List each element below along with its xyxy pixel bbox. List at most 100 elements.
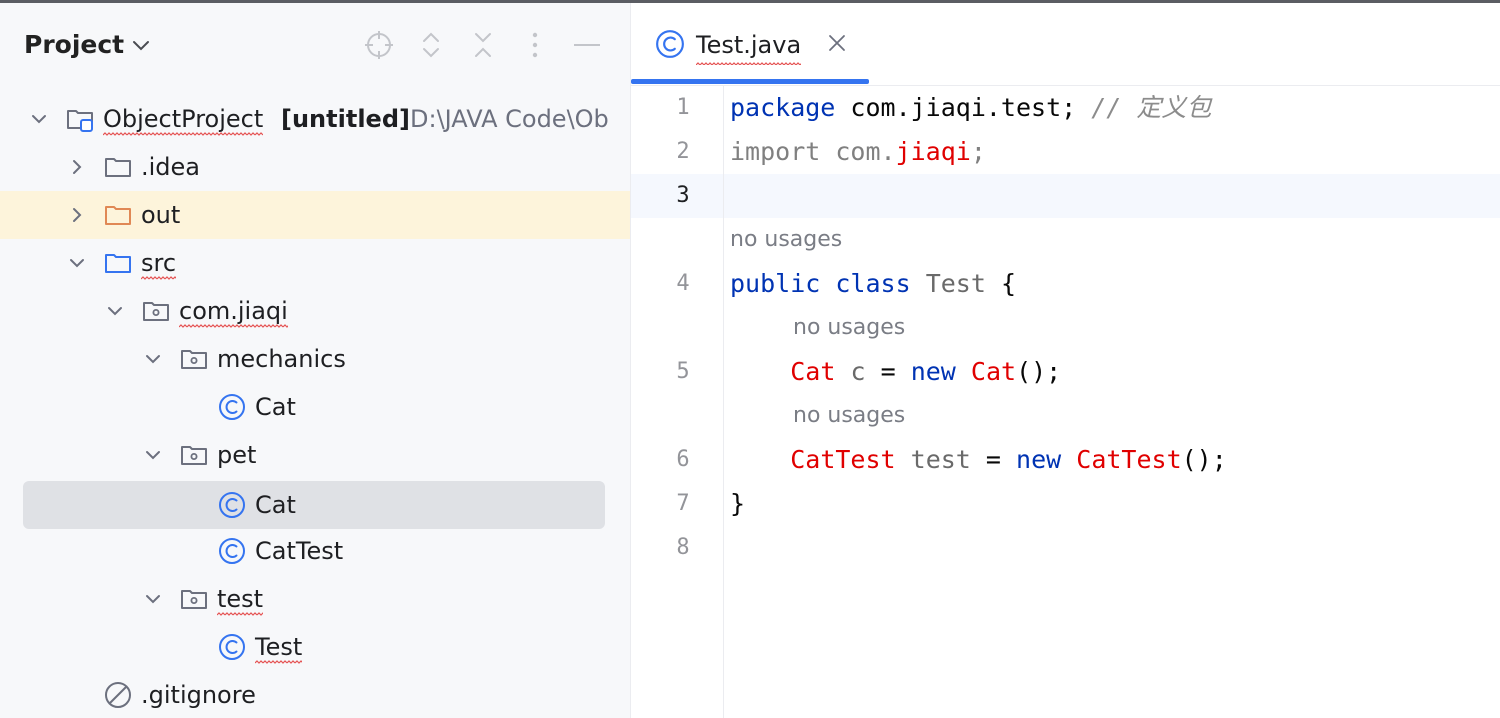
tab-test-java[interactable]: Test.java: [631, 3, 869, 85]
tree-row-src[interactable]: src: [0, 239, 630, 287]
package-icon: [181, 446, 207, 465]
tree-row-project-root[interactable]: ObjectProject [untitled] D:\JAVA Code\Ob: [0, 95, 630, 143]
code-editor[interactable]: 1 2 3 4 5 6 7 8 package com.jiaqi.test; …: [631, 86, 1500, 718]
usage-hint[interactable]: no usages: [793, 394, 905, 438]
tree-row-idea[interactable]: .idea: [0, 143, 630, 191]
tree-row-out[interactable]: out: [0, 191, 630, 239]
chevron-down-icon[interactable]: [144, 446, 162, 464]
more-options-icon[interactable]: [519, 29, 551, 61]
class-icon: [219, 538, 245, 564]
tree-row-pet[interactable]: pet: [0, 431, 630, 479]
code-line-7: }: [730, 482, 745, 526]
expand-collapse-icon[interactable]: [415, 29, 447, 61]
project-panel-title[interactable]: Project: [24, 27, 124, 63]
tree-label: Cat: [255, 393, 296, 421]
tree-label: .gitignore: [141, 681, 256, 709]
code-line-1: package com.jiaqi.test; // 定义包: [730, 86, 1211, 130]
excluded-folder-icon: [105, 206, 131, 225]
punctuation: ();: [1016, 357, 1062, 386]
active-tab-indicator: [631, 79, 869, 84]
unresolved-type: Cat: [790, 357, 836, 386]
field-name: test: [910, 445, 971, 474]
class-icon: [219, 634, 245, 660]
chevron-right-icon[interactable]: [68, 158, 86, 176]
tree-label: src: [141, 239, 177, 287]
tree-label: ObjectProject: [103, 95, 264, 143]
chevron-down-icon[interactable]: [30, 110, 48, 128]
tab-label: Test.java: [696, 25, 802, 65]
code-line-5: Cat c = new Cat();: [730, 350, 1061, 394]
keyword: class: [835, 269, 911, 298]
caret-line-highlight: [631, 174, 1500, 218]
line-number: 5: [676, 359, 690, 384]
line-number: 8: [676, 535, 690, 560]
editor-tab-bar: Test.java: [631, 3, 1500, 86]
chevron-down-icon[interactable]: [131, 39, 151, 53]
line-number: 1: [676, 95, 690, 120]
brace: }: [730, 489, 746, 518]
tree-label: out: [141, 201, 181, 229]
semicolon: ;: [970, 137, 986, 166]
code-line-6: CatTest test = new CatTest();: [730, 438, 1227, 482]
line-number: 2: [676, 139, 690, 164]
tree-label: mechanics: [217, 345, 346, 373]
unresolved-type: CatTest: [1076, 445, 1182, 474]
class-icon: [219, 394, 245, 420]
code-line-4: public class Test {: [730, 262, 1016, 306]
line-number: 6: [676, 447, 690, 472]
tree-label: com.jiaqi: [179, 287, 288, 335]
tree-label: Cat: [255, 491, 296, 519]
ignored-file-icon: [105, 682, 131, 708]
keyword: import: [730, 137, 821, 166]
class-icon: [219, 492, 245, 518]
tree-row-mechanics-cat[interactable]: Cat: [0, 383, 630, 431]
keyword: new: [1016, 445, 1062, 474]
locate-icon[interactable]: [363, 29, 395, 61]
tree-row-cattest[interactable]: CatTest: [0, 527, 630, 575]
class-icon: [656, 30, 684, 58]
code-line-2: import com.jiaqi;: [730, 130, 986, 174]
tree-label: pet: [217, 441, 257, 469]
keyword: package: [730, 93, 836, 122]
tree-row-mechanics[interactable]: mechanics: [0, 335, 630, 383]
chevron-down-icon[interactable]: [144, 350, 162, 368]
brace: {: [1000, 269, 1017, 298]
tree-label-path: D:\JAVA Code\Ob: [410, 105, 609, 133]
field-name: c: [850, 357, 866, 386]
chevron-right-icon[interactable]: [68, 206, 86, 224]
package-icon: [181, 590, 207, 609]
minimize-icon[interactable]: [571, 29, 603, 61]
tree-label: CatTest: [255, 537, 344, 565]
chevron-down-icon[interactable]: [106, 302, 124, 320]
line-number: 4: [676, 271, 690, 296]
usage-hint[interactable]: no usages: [793, 306, 905, 350]
tree-row-gitignore[interactable]: .gitignore: [0, 671, 630, 718]
import-package: com.: [820, 137, 896, 166]
line-number: 7: [676, 491, 690, 516]
tree-row-test-package[interactable]: test: [0, 575, 630, 623]
usage-hint[interactable]: no usages: [730, 218, 842, 262]
operator: =: [985, 445, 1001, 474]
package-icon: [181, 350, 207, 369]
keyword: new: [910, 357, 956, 386]
tree-row-test-class[interactable]: Test: [0, 623, 630, 671]
tree-row-com-jiaqi[interactable]: com.jiaqi: [0, 287, 630, 335]
folder-icon: [105, 158, 131, 177]
chevron-down-icon[interactable]: [144, 590, 162, 608]
comment: // 定义包: [1091, 93, 1212, 122]
package-icon: [143, 302, 169, 321]
keyword: public: [730, 269, 821, 298]
unresolved-type: Cat: [970, 357, 1017, 386]
chevron-down-icon[interactable]: [68, 254, 86, 272]
tree-label-suffix: [untitled]: [281, 105, 410, 133]
project-panel-header: Project: [0, 3, 630, 87]
line-number-active: 3: [676, 183, 690, 208]
module-folder-icon: [67, 110, 93, 132]
operator: =: [880, 357, 896, 386]
package-name: com.jiaqi.test;: [835, 93, 1092, 122]
tree-label: .idea: [141, 153, 201, 181]
tree-row-pet-cat-selected[interactable]: Cat: [23, 481, 605, 529]
close-icon[interactable]: [827, 33, 847, 53]
project-panel: Project ObjectProject [untitled] D:\JAVA…: [0, 3, 630, 718]
collapse-all-icon[interactable]: [467, 29, 499, 61]
